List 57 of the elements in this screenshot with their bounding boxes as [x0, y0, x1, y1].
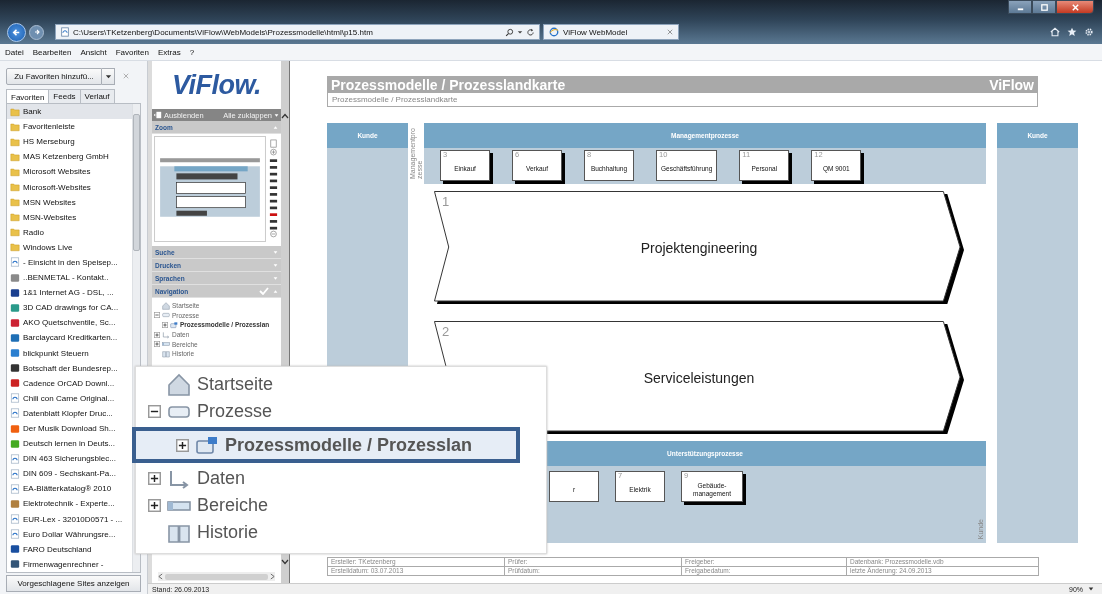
favorite-item[interactable]: Botschaft der Bundesrep...: [7, 360, 132, 376]
process-number: 2: [442, 324, 450, 339]
magnified-tree-item[interactable]: Bereiche: [148, 492, 546, 519]
process-label: Serviceleistungen: [643, 369, 755, 386]
menu-item[interactable]: Ansicht: [80, 47, 107, 57]
favorite-item[interactable]: Cadence OrCAD Downl...: [7, 375, 132, 391]
favorite-item[interactable]: 3D CAD drawings for CA...: [7, 300, 132, 316]
favorite-item[interactable]: AKO Quetschventile, Sc...: [7, 315, 132, 331]
address-bar[interactable]: C:\Users\TKetzenberg\Documents\ViFlow\WebModels\Prozessmodelle\html\p15.htm: [55, 24, 540, 40]
tab[interactable]: Verlauf: [79, 89, 115, 103]
favorite-item[interactable]: HS Merseburg: [7, 134, 132, 150]
favorite-item[interactable]: Datenblatt Klopfer Druc...: [7, 405, 132, 421]
favorite-item[interactable]: EUR-Lex - 32010D0571 - ...: [7, 511, 132, 527]
suggested-sites-button[interactable]: Vorgeschlagene Sites anzeigen: [6, 575, 141, 592]
page-title: Prozessmodelle / Prozesslandkarte: [331, 76, 566, 93]
favorite-item[interactable]: MSN Websites: [7, 194, 132, 210]
magnified-tree-item[interactable]: Prozessmodelle / Prozesslan: [132, 427, 520, 463]
tab[interactable]: Feeds: [48, 89, 81, 103]
browser-tab[interactable]: ViFlow WebModel: [543, 24, 679, 40]
magnified-tree-item[interactable]: Prozesse: [148, 398, 546, 425]
menu-item[interactable]: Extras: [158, 47, 181, 57]
favorite-item[interactable]: Chili con Carne Original...: [7, 390, 132, 406]
magnified-tree-item[interactable]: Historie: [148, 519, 546, 546]
favorite-item[interactable]: Euro Dollar Währungsre...: [7, 526, 132, 542]
menu-item[interactable]: ?: [189, 47, 195, 57]
menu-item[interactable]: Favoriten: [115, 47, 149, 57]
favorite-item[interactable]: blickpunkt Steuern: [7, 345, 132, 361]
favorite-item[interactable]: Microsoft-Websites: [7, 179, 132, 195]
favorite-item[interactable]: Deutsch lernen in Deuts...: [7, 436, 132, 452]
magnified-tree-item[interactable]: Daten: [148, 465, 546, 492]
favorite-item[interactable]: DIN 463 Sicherungsblec...: [7, 451, 132, 467]
favorite-item[interactable]: ..BENMETAL - Kontakt..: [7, 270, 132, 286]
breadcrumb: Prozessmodelle / Prozesslandkarte: [327, 93, 1038, 107]
favorite-item[interactable]: DIN 609 - Sechskant-Pa...: [7, 466, 132, 482]
menu-item[interactable]: Bearbeiten: [32, 47, 72, 57]
favorite-item[interactable]: Radio: [7, 224, 132, 240]
favorite-item[interactable]: Bank: [7, 104, 132, 120]
favorite-item[interactable]: Windows Live: [7, 239, 132, 255]
logo: ViFlow.: [171, 68, 262, 102]
favorite-item[interactable]: - Einsicht in den Speisep...: [7, 254, 132, 271]
magnified-tree-item[interactable]: Startseite: [148, 371, 546, 398]
brand-name: ViFlow: [989, 76, 1034, 93]
favorite-item[interactable]: MSN-Websites: [7, 209, 132, 225]
favorite-item[interactable]: MAS Ketzenberg GmbH: [7, 149, 132, 165]
favorite-item[interactable]: Firmenwagenrechner -: [7, 556, 132, 572]
favorite-item[interactable]: Microsoft Websites: [7, 164, 132, 180]
favorite-item[interactable]: Favoritenleiste: [7, 119, 132, 135]
process-number: 1: [442, 194, 450, 209]
add-to-favorites-button[interactable]: Zu Favoriten hinzufü...: [6, 67, 102, 85]
menu-item[interactable]: Datei: [5, 47, 24, 57]
favorite-item[interactable]: Elektrotechnik - Experte...: [7, 496, 132, 512]
favorite-item[interactable]: Barclaycard Kreditkarten...: [7, 330, 132, 346]
favorite-item[interactable]: Der Musik Download Sh...: [7, 420, 132, 437]
favorite-item[interactable]: EA-Blätterkatalog® 2010: [7, 481, 132, 497]
favorite-item[interactable]: FARO Deutschland: [7, 541, 132, 557]
process-label: Projektengineering: [640, 239, 758, 256]
favorite-item[interactable]: 1&1 Internet AG - DSL, ...: [7, 285, 132, 301]
